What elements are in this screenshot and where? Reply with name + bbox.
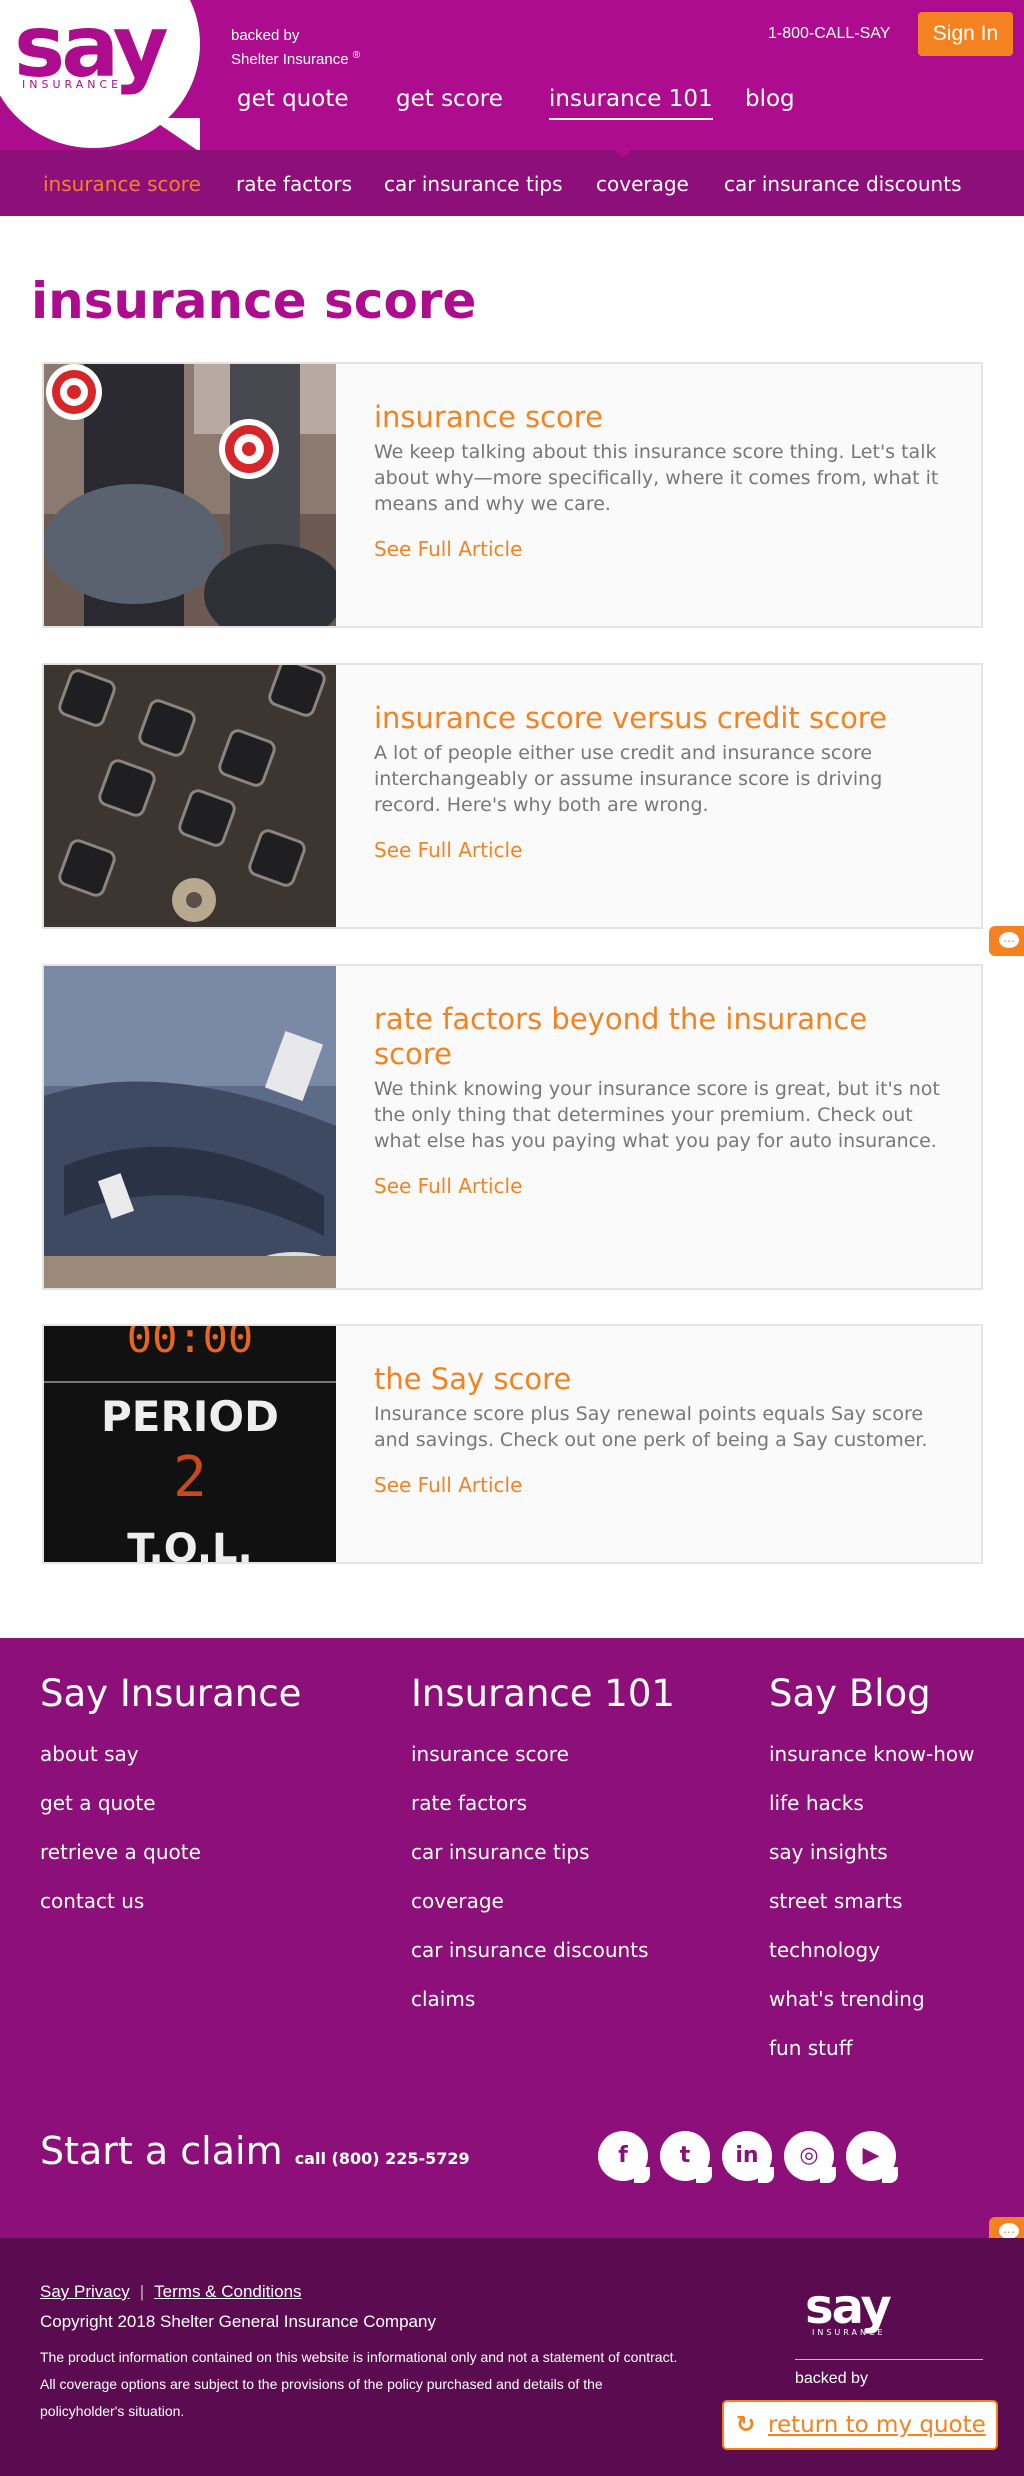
article-card: 00:00 PERIOD 2 T.O.L. the Say score Insu… bbox=[42, 1324, 983, 1564]
article-title[interactable]: the Say score bbox=[374, 1362, 954, 1397]
footer-link-contact-us[interactable]: contact us bbox=[40, 1889, 301, 1913]
article-image-bullseye[interactable] bbox=[44, 364, 336, 626]
see-full-article-link[interactable]: See Full Article bbox=[374, 1174, 954, 1198]
footer-divider bbox=[795, 2359, 983, 2360]
footer-column-title: Say Insurance bbox=[40, 1672, 302, 1715]
disclaimer: The product information contained on thi… bbox=[40, 2349, 678, 2419]
chat-tab[interactable]: … bbox=[989, 926, 1024, 956]
scoreboard-period-number: 2 bbox=[173, 1445, 207, 1510]
see-full-article-link[interactable]: See Full Article bbox=[374, 838, 954, 862]
footer-say-logo[interactable]: say bbox=[805, 2283, 892, 2331]
article-card: insurance score We keep talking about th… bbox=[42, 362, 983, 628]
legal-links: Say Privacy | Terms & Conditions bbox=[40, 2282, 302, 2302]
page-title: insurance score bbox=[31, 272, 477, 330]
subnav-rate-factors[interactable]: rate factors bbox=[236, 172, 352, 196]
scoreboard-tol: T.O.L. bbox=[127, 1526, 252, 1562]
article-summary: We think knowing your insurance score is… bbox=[374, 1078, 940, 1152]
footer-link-about-say[interactable]: about say bbox=[40, 1742, 301, 1766]
scoreboard-clock: 00:00 bbox=[127, 1326, 253, 1362]
footer-link-whats-trending[interactable]: what's trending bbox=[769, 1987, 974, 2011]
subnav-car-insurance-tips[interactable]: car insurance tips bbox=[384, 172, 563, 196]
footer-link-insurance-score[interactable]: insurance score bbox=[411, 1742, 675, 1766]
footer-link-car-insurance-tips[interactable]: car insurance tips bbox=[411, 1840, 675, 1864]
active-nav-indicator bbox=[613, 148, 633, 158]
footer-backed-by: backed by bbox=[795, 2370, 868, 2387]
twitter-icon[interactable]: t bbox=[660, 2131, 712, 2183]
chat-bubble-icon: … bbox=[999, 932, 1019, 948]
sign-in-button[interactable]: Sign In bbox=[918, 12, 1013, 56]
privacy-link[interactable]: Say Privacy bbox=[40, 2282, 130, 2301]
article-body: insurance score We keep talking about th… bbox=[374, 400, 954, 561]
article-title[interactable]: insurance score bbox=[374, 400, 954, 435]
nav-get-quote[interactable]: get quote bbox=[237, 86, 349, 112]
footer-link-say-insights[interactable]: say insights bbox=[769, 1840, 974, 1864]
backed-by-company: Shelter Insurance bbox=[231, 51, 349, 68]
article-image-people[interactable] bbox=[44, 966, 336, 1288]
footer-link-life-hacks[interactable]: life hacks bbox=[769, 1791, 974, 1815]
footer-link-coverage[interactable]: coverage bbox=[411, 1889, 675, 1913]
article-body: the Say score Insurance score plus Say r… bbox=[374, 1362, 954, 1497]
chat-bubble-icon: … bbox=[999, 2223, 1019, 2239]
article-image-scoreboard[interactable]: 00:00 PERIOD 2 T.O.L. bbox=[44, 1326, 336, 1562]
footer-column-title: Say Blog bbox=[769, 1672, 931, 1715]
legal-separator: | bbox=[139, 2282, 145, 2301]
article-title[interactable]: rate factors beyond the insurance score bbox=[374, 1002, 954, 1072]
footer-link-car-insurance-discounts[interactable]: car insurance discounts bbox=[411, 1938, 675, 1962]
return-to-quote-button[interactable]: ↻ return to my quote bbox=[722, 2400, 998, 2450]
article-summary: A lot of people either use credit and in… bbox=[374, 742, 883, 816]
facebook-icon[interactable]: f bbox=[598, 2131, 650, 2183]
sub-nav: insurance score rate factors car insuran… bbox=[0, 150, 1024, 216]
say-logo[interactable]: say INSURANCE bbox=[0, 0, 200, 120]
footer-link-get-a-quote[interactable]: get a quote bbox=[40, 1791, 301, 1815]
backed-by: backed by Shelter Insurance ® bbox=[231, 26, 360, 70]
site-header: say INSURANCE backed by Shelter Insuranc… bbox=[0, 0, 1024, 152]
logo-bubble-tail bbox=[150, 118, 200, 152]
refresh-icon: ↻ bbox=[736, 2412, 756, 2438]
article-body: rate factors beyond the insurance score … bbox=[374, 1002, 954, 1198]
subnav-insurance-score[interactable]: insurance score bbox=[43, 172, 201, 196]
start-a-claim: Start a claim call (800) 225-5729 bbox=[40, 2129, 470, 2173]
article-summary: We keep talking about this insurance sco… bbox=[374, 441, 939, 515]
instagram-icon[interactable]: ◎ bbox=[784, 2131, 836, 2183]
claim-title: Start a claim bbox=[40, 2129, 283, 2173]
footer-link-street-smarts[interactable]: street smarts bbox=[769, 1889, 974, 1913]
claim-phone-link[interactable]: call (800) 225-5729 bbox=[295, 2149, 470, 2168]
footer-column-say-blog: Say Blog insurance know-how life hacks s… bbox=[769, 1672, 974, 2060]
footer-column-title: Insurance 101 bbox=[411, 1672, 675, 1715]
linkedin-icon[interactable]: in bbox=[722, 2131, 774, 2183]
footer-column-insurance-101: Insurance 101 insurance score rate facto… bbox=[411, 1672, 675, 2011]
backed-by-label: backed by bbox=[231, 27, 300, 44]
nav-blog[interactable]: blog bbox=[745, 86, 795, 112]
footer-link-fun-stuff[interactable]: fun stuff bbox=[769, 2036, 974, 2060]
copyright: Copyright 2018 Shelter General Insurance… bbox=[40, 2312, 436, 2331]
article-body: insurance score versus credit score A lo… bbox=[374, 701, 954, 862]
scoreboard-period-label: PERIOD bbox=[101, 1392, 279, 1441]
footer-logo-subtext: INSURANCE bbox=[812, 2328, 886, 2337]
see-full-article-link[interactable]: See Full Article bbox=[374, 537, 954, 561]
article-card: rate factors beyond the insurance score … bbox=[42, 964, 983, 1290]
logo-subtext: INSURANCE bbox=[22, 78, 123, 91]
return-to-quote-label: return to my quote bbox=[768, 2412, 986, 2438]
subnav-car-insurance-discounts[interactable]: car insurance discounts bbox=[724, 172, 962, 196]
nav-insurance-101[interactable]: insurance 101 bbox=[549, 86, 713, 120]
footer-link-insurance-know-how[interactable]: insurance know-how bbox=[769, 1742, 974, 1766]
nav-get-score[interactable]: get score bbox=[396, 86, 503, 112]
footer-link-claims[interactable]: claims bbox=[411, 1987, 675, 2011]
see-full-article-link[interactable]: See Full Article bbox=[374, 1473, 954, 1497]
footer-link-rate-factors[interactable]: rate factors bbox=[411, 1791, 675, 1815]
footer-column-say-insurance: Say Insurance about say get a quote retr… bbox=[40, 1672, 301, 1913]
footer-link-technology[interactable]: technology bbox=[769, 1938, 974, 1962]
terms-link[interactable]: Terms & Conditions bbox=[154, 2282, 301, 2301]
phone-link[interactable]: 1-800-CALL-SAY bbox=[768, 25, 890, 43]
article-title[interactable]: insurance score versus credit score bbox=[374, 701, 954, 736]
subnav-coverage[interactable]: coverage bbox=[596, 172, 689, 196]
registered-mark: ® bbox=[352, 50, 361, 61]
article-card: insurance score versus credit score A lo… bbox=[42, 663, 983, 929]
youtube-icon[interactable]: ▶ bbox=[846, 2131, 898, 2183]
article-image-keypad[interactable] bbox=[44, 665, 336, 927]
article-summary: Insurance score plus Say renewal points … bbox=[374, 1403, 928, 1451]
footer-link-retrieve-a-quote[interactable]: retrieve a quote bbox=[40, 1840, 301, 1864]
